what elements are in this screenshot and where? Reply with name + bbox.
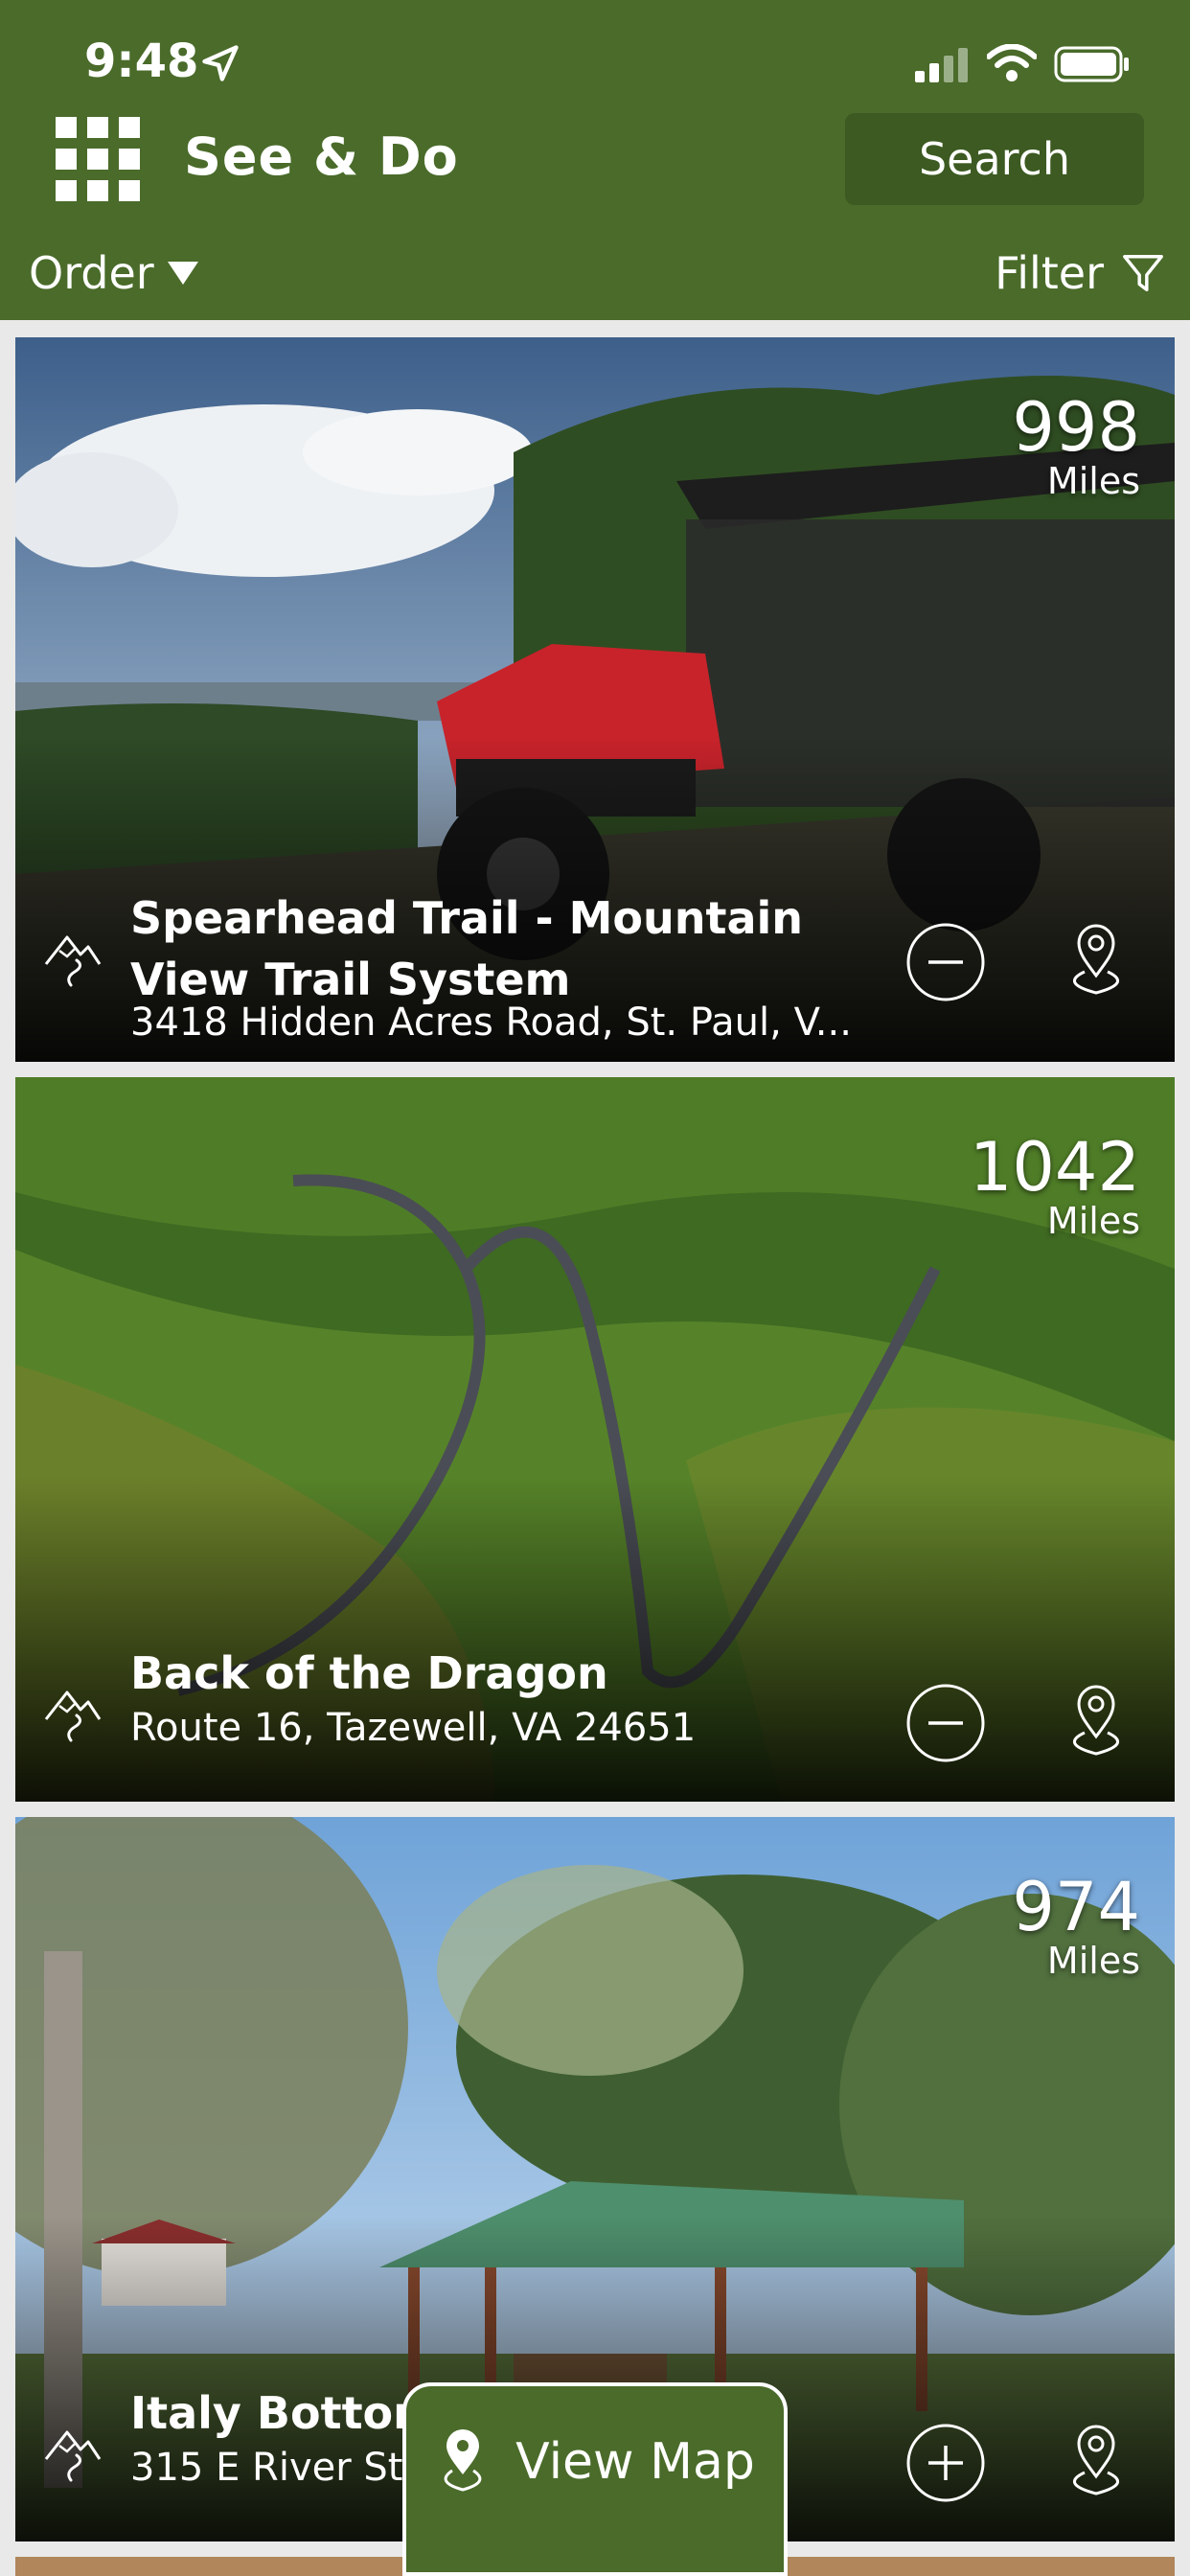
card-title: Back of the Dragon: [130, 1647, 608, 1699]
distance-badge: 974 Miles: [1012, 1873, 1140, 1980]
status-bar: 9:48: [0, 0, 1190, 105]
attractions-list: 998 Miles Spearhead Trail - Mountain Vie…: [0, 320, 1190, 2576]
mountain-trail-icon: [44, 2430, 102, 2482]
filter-button[interactable]: Filter: [995, 247, 1165, 299]
funnel-icon: [1123, 255, 1163, 291]
distance-value: 998: [1012, 388, 1140, 467]
order-label: Order: [29, 247, 154, 299]
nav-bar: See & Do Search: [0, 105, 1190, 230]
plus-circle-icon[interactable]: [905, 2423, 986, 2503]
order-dropdown[interactable]: Order: [29, 247, 198, 299]
page-title: See & Do: [184, 126, 459, 187]
map-pin-icon[interactable]: [1056, 2417, 1136, 2497]
distance-badge: 998 Miles: [1012, 393, 1140, 500]
distance-value: 1042: [969, 1128, 1140, 1207]
map-pin-icon[interactable]: [1056, 916, 1136, 997]
caret-down-icon: [167, 262, 198, 285]
location-arrow-icon: [202, 45, 239, 81]
mountain-trail-icon: [44, 1690, 102, 1742]
card-address: Route 16, Tazewell, VA 24651: [130, 1706, 697, 1750]
card-title: Spearhead Trail - Mountain View Trail Sy…: [130, 892, 804, 1005]
view-map-label: View Map: [515, 2433, 755, 2491]
attraction-card[interactable]: 998 Miles Spearhead Trail - Mountain Vie…: [15, 337, 1175, 1062]
card-address: 3418 Hidden Acres Road, St. Paul, V...: [130, 1000, 852, 1045]
distance-badge: 1042 Miles: [970, 1133, 1140, 1240]
minus-circle-icon[interactable]: [905, 1683, 986, 1763]
minus-circle-icon[interactable]: [905, 922, 986, 1002]
status-time: 9:48: [84, 34, 199, 88]
mountain-trail-icon: [44, 935, 102, 987]
distance-unit: Miles: [1046, 1200, 1140, 1242]
card-gradient: [15, 1476, 1175, 1802]
battery-icon: [1054, 46, 1129, 82]
wifi-icon: [987, 44, 1037, 81]
map-pin-icon[interactable]: [1056, 1677, 1136, 1758]
filter-label: Filter: [995, 247, 1104, 299]
map-pin-icon: [444, 2429, 482, 2492]
search-button[interactable]: Search: [845, 113, 1144, 205]
view-map-button[interactable]: View Map: [402, 2382, 788, 2576]
distance-unit: Miles: [1046, 460, 1140, 502]
grid-menu-icon[interactable]: [56, 117, 140, 201]
cellular-signal-icon: [915, 48, 968, 82]
sort-filter-bar: Order Filter: [0, 230, 1190, 320]
attraction-card[interactable]: 1042 Miles Back of the Dragon Route 16, …: [15, 1077, 1175, 1802]
distance-value: 974: [1012, 1868, 1140, 1946]
distance-unit: Miles: [1046, 1940, 1140, 1982]
app-header: 9:48 See & Do Search: [0, 0, 1190, 230]
